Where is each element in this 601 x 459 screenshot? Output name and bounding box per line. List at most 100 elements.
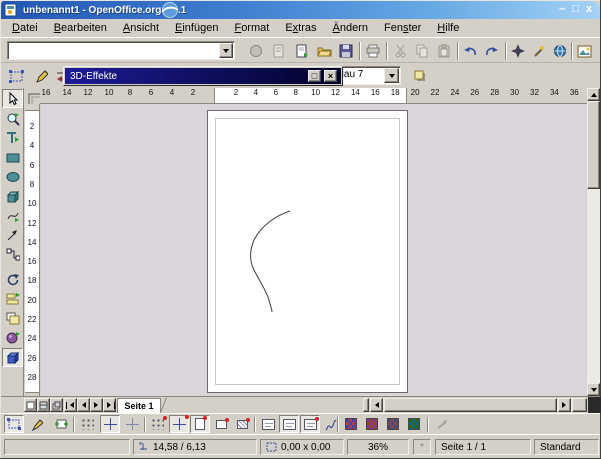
redo-button[interactable] (482, 41, 502, 61)
status-zoom[interactable]: 36% (347, 439, 409, 455)
hyperlink-button[interactable] (550, 41, 570, 61)
3d-controller-tool[interactable] (2, 348, 23, 367)
doubleclick-text-button[interactable] (300, 415, 320, 433)
edit-points-button[interactable] (5, 66, 27, 86)
3d-objects-tool[interactable] (2, 187, 23, 206)
menu-einfgen[interactable]: Einfügen (167, 20, 226, 37)
connector-tool[interactable] (2, 245, 23, 264)
vertical-ruler[interactable]: 246810121416182022242628 (25, 104, 40, 396)
shadow-toggle-button[interactable] (411, 67, 429, 85)
vertical-scrollbar[interactable] (587, 88, 600, 396)
resize-corner[interactable] (588, 397, 601, 413)
status-size[interactable]: 0,00 x 0,00 (260, 439, 344, 455)
layer-view-button[interactable] (50, 398, 63, 412)
cut-button[interactable] (390, 41, 410, 61)
3d-effects-titlebar[interactable]: 3D-Effekte □ × (65, 68, 341, 84)
arrange-tool[interactable] (2, 309, 23, 328)
menu-fenster[interactable]: Fenster (376, 20, 429, 37)
menu-ansicht[interactable]: Ansicht (115, 20, 167, 37)
scroll-up-button[interactable] (587, 88, 600, 101)
scroll-right-button[interactable] (558, 398, 571, 412)
handles-style-2-button[interactable] (362, 415, 382, 433)
previous-page-button[interactable] (77, 398, 90, 412)
rotation-mode-button[interactable] (27, 415, 47, 433)
vertical-scroll-thumb[interactable] (587, 101, 600, 189)
save-button[interactable] (336, 41, 356, 61)
undo-button[interactable] (460, 41, 480, 61)
horizontal-scroll-thumb[interactable] (384, 398, 557, 412)
snap-to-grid-button[interactable] (148, 415, 168, 433)
snap-to-object-points-button[interactable] (232, 415, 252, 433)
exit-all-groups-button[interactable] (432, 415, 452, 433)
text-area-only-button[interactable] (279, 415, 299, 433)
next-page-button[interactable] (90, 398, 103, 412)
effects-tool[interactable] (2, 328, 23, 347)
bezier-pen-button[interactable] (31, 66, 51, 86)
panel-restore-button[interactable]: □ (308, 70, 321, 82)
select-tool[interactable] (2, 89, 23, 108)
scroll-down-button[interactable] (587, 383, 600, 396)
curve-tool[interactable] (2, 206, 23, 225)
tab-splitter[interactable] (363, 398, 369, 412)
handles-style-1-button[interactable] (341, 415, 361, 433)
rotate-tool[interactable] (2, 270, 23, 289)
text-tool[interactable] (2, 128, 23, 147)
zoom-tool[interactable] (2, 109, 23, 128)
handles-style-3-button[interactable] (383, 415, 403, 433)
panel-close-button[interactable]: × (324, 70, 337, 82)
dropdown-button[interactable] (384, 68, 399, 83)
minimize-button[interactable]: – (559, 2, 565, 17)
3d-effects-panel[interactable]: 3D-Effekte □ × (63, 66, 343, 86)
snap-to-object-border-button[interactable] (211, 415, 231, 433)
guides-when-moving-button[interactable] (122, 415, 142, 433)
snaplines-visible-button[interactable] (100, 415, 120, 433)
snap-to-margins-button[interactable] (190, 415, 210, 433)
arrow-up-icon (591, 90, 597, 97)
menu-ndern[interactable]: Ändern (325, 20, 376, 37)
new-document-button[interactable] (292, 41, 312, 61)
quick-edit-button[interactable] (258, 415, 278, 433)
stylist-button[interactable] (529, 41, 549, 61)
url-input[interactable] (7, 41, 235, 60)
menu-datei[interactable]: Datei (4, 20, 46, 37)
close-button[interactable]: x (586, 2, 592, 17)
edit-file-button[interactable] (269, 41, 289, 61)
scroll-left-button[interactable] (370, 398, 383, 412)
menu-extras[interactable]: Extras (277, 20, 324, 37)
menu-format[interactable]: Format (226, 20, 277, 37)
last-page-button[interactable] (103, 398, 116, 412)
drawn-curve[interactable] (208, 111, 409, 394)
menu-bearbeiten[interactable]: Bearbeiten (46, 20, 115, 37)
status-position[interactable]: 14,58 / 6,13 (133, 439, 257, 455)
url-dropdown-button[interactable] (219, 43, 233, 58)
handles-style-4-button[interactable] (404, 415, 424, 433)
grid-visible-button[interactable] (78, 415, 98, 433)
page-tab-seite1[interactable]: Seite 1 (117, 398, 161, 413)
stop-loading-button[interactable] (246, 41, 266, 61)
open-button[interactable] (314, 41, 334, 61)
navigator-button[interactable] (508, 41, 528, 61)
rectangle-tool[interactable] (2, 148, 23, 167)
first-page-button[interactable] (64, 398, 77, 412)
horizontal-ruler[interactable]: 1614121086422468101214161820222426283032… (40, 88, 587, 104)
edit-points-toggle[interactable] (4, 415, 24, 433)
maximize-button[interactable]: □ (572, 2, 579, 17)
master-view-button[interactable] (37, 398, 50, 412)
snap-to-snaplines-button[interactable] (169, 415, 189, 433)
gluepoints-button[interactable] (51, 415, 71, 433)
menu-hilfe[interactable]: Hilfe (429, 20, 467, 37)
copy-button[interactable] (412, 41, 432, 61)
ellipse-tool[interactable] (2, 167, 23, 186)
page-view-button[interactable] (24, 398, 37, 412)
print-button[interactable] (363, 41, 383, 61)
gallery-button[interactable] (574, 41, 594, 61)
paste-button[interactable] (434, 41, 454, 61)
lines-arrows-tool[interactable] (2, 226, 23, 245)
drawing-canvas[interactable] (41, 104, 587, 396)
status-page[interactable]: Seite 1 / 1 (435, 439, 531, 455)
page[interactable] (207, 110, 408, 393)
titlebar[interactable]: unbenannt1 - OpenOffice.org 1.0.1 – □ x (1, 1, 600, 19)
toolbar-separator (144, 417, 146, 432)
status-style[interactable]: Standard (534, 439, 599, 455)
alignment-tool[interactable] (2, 289, 23, 308)
